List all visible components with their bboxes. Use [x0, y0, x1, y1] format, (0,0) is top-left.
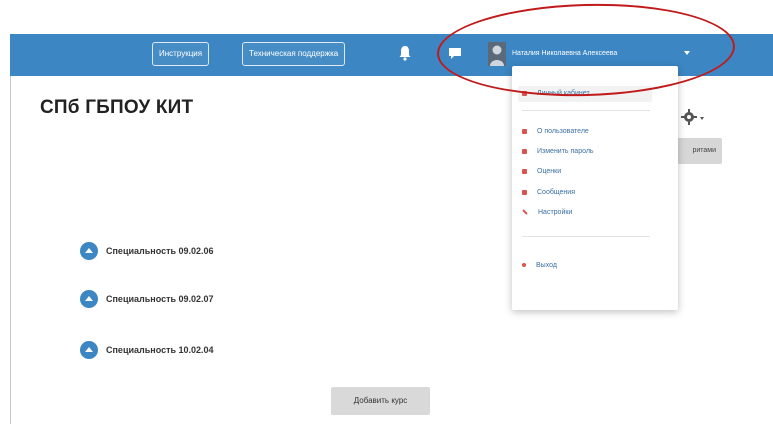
- chevron-up-icon[interactable]: [80, 242, 98, 260]
- menu-item-change-password[interactable]: Изменить пароль: [522, 144, 594, 160]
- page-title: СПб ГБПОУ КИТ: [40, 97, 194, 118]
- course-label[interactable]: Специальность 10.02.04: [106, 340, 214, 360]
- gear-chevron-icon[interactable]: [700, 117, 704, 120]
- gear-icon[interactable]: [681, 109, 697, 125]
- menu-item-grades[interactable]: Оценки: [522, 164, 561, 180]
- user-icon: [522, 128, 527, 134]
- menu-item-profile[interactable]: О пользователе: [522, 124, 589, 140]
- message-icon: [522, 189, 527, 195]
- menu-divider: [522, 236, 650, 237]
- logout-icon: [522, 263, 526, 268]
- key-icon: [522, 148, 527, 154]
- course-label[interactable]: Специальность 09.02.07: [106, 289, 214, 309]
- grades-icon: [522, 168, 527, 174]
- menu-item-settings[interactable]: Настройки: [522, 205, 572, 221]
- support-button[interactable]: Техническая поддержка: [242, 42, 346, 66]
- menu-divider: [522, 110, 650, 111]
- instructions-button[interactable]: Инструкция: [152, 42, 210, 66]
- menu-item-messages[interactable]: Сообщения: [522, 185, 575, 201]
- menu-item-logout[interactable]: Выход: [522, 258, 557, 274]
- chevron-up-icon[interactable]: [80, 341, 98, 359]
- wrench-icon: [522, 209, 528, 215]
- bell-icon[interactable]: [396, 44, 414, 62]
- user-menu-dropdown: Личный кабинет О пользователе Изменить п…: [512, 66, 678, 310]
- course-label[interactable]: Специальность 09.02.06: [106, 241, 214, 261]
- add-course-button[interactable]: Добавить курс: [331, 387, 430, 415]
- chevron-up-icon[interactable]: [80, 290, 98, 308]
